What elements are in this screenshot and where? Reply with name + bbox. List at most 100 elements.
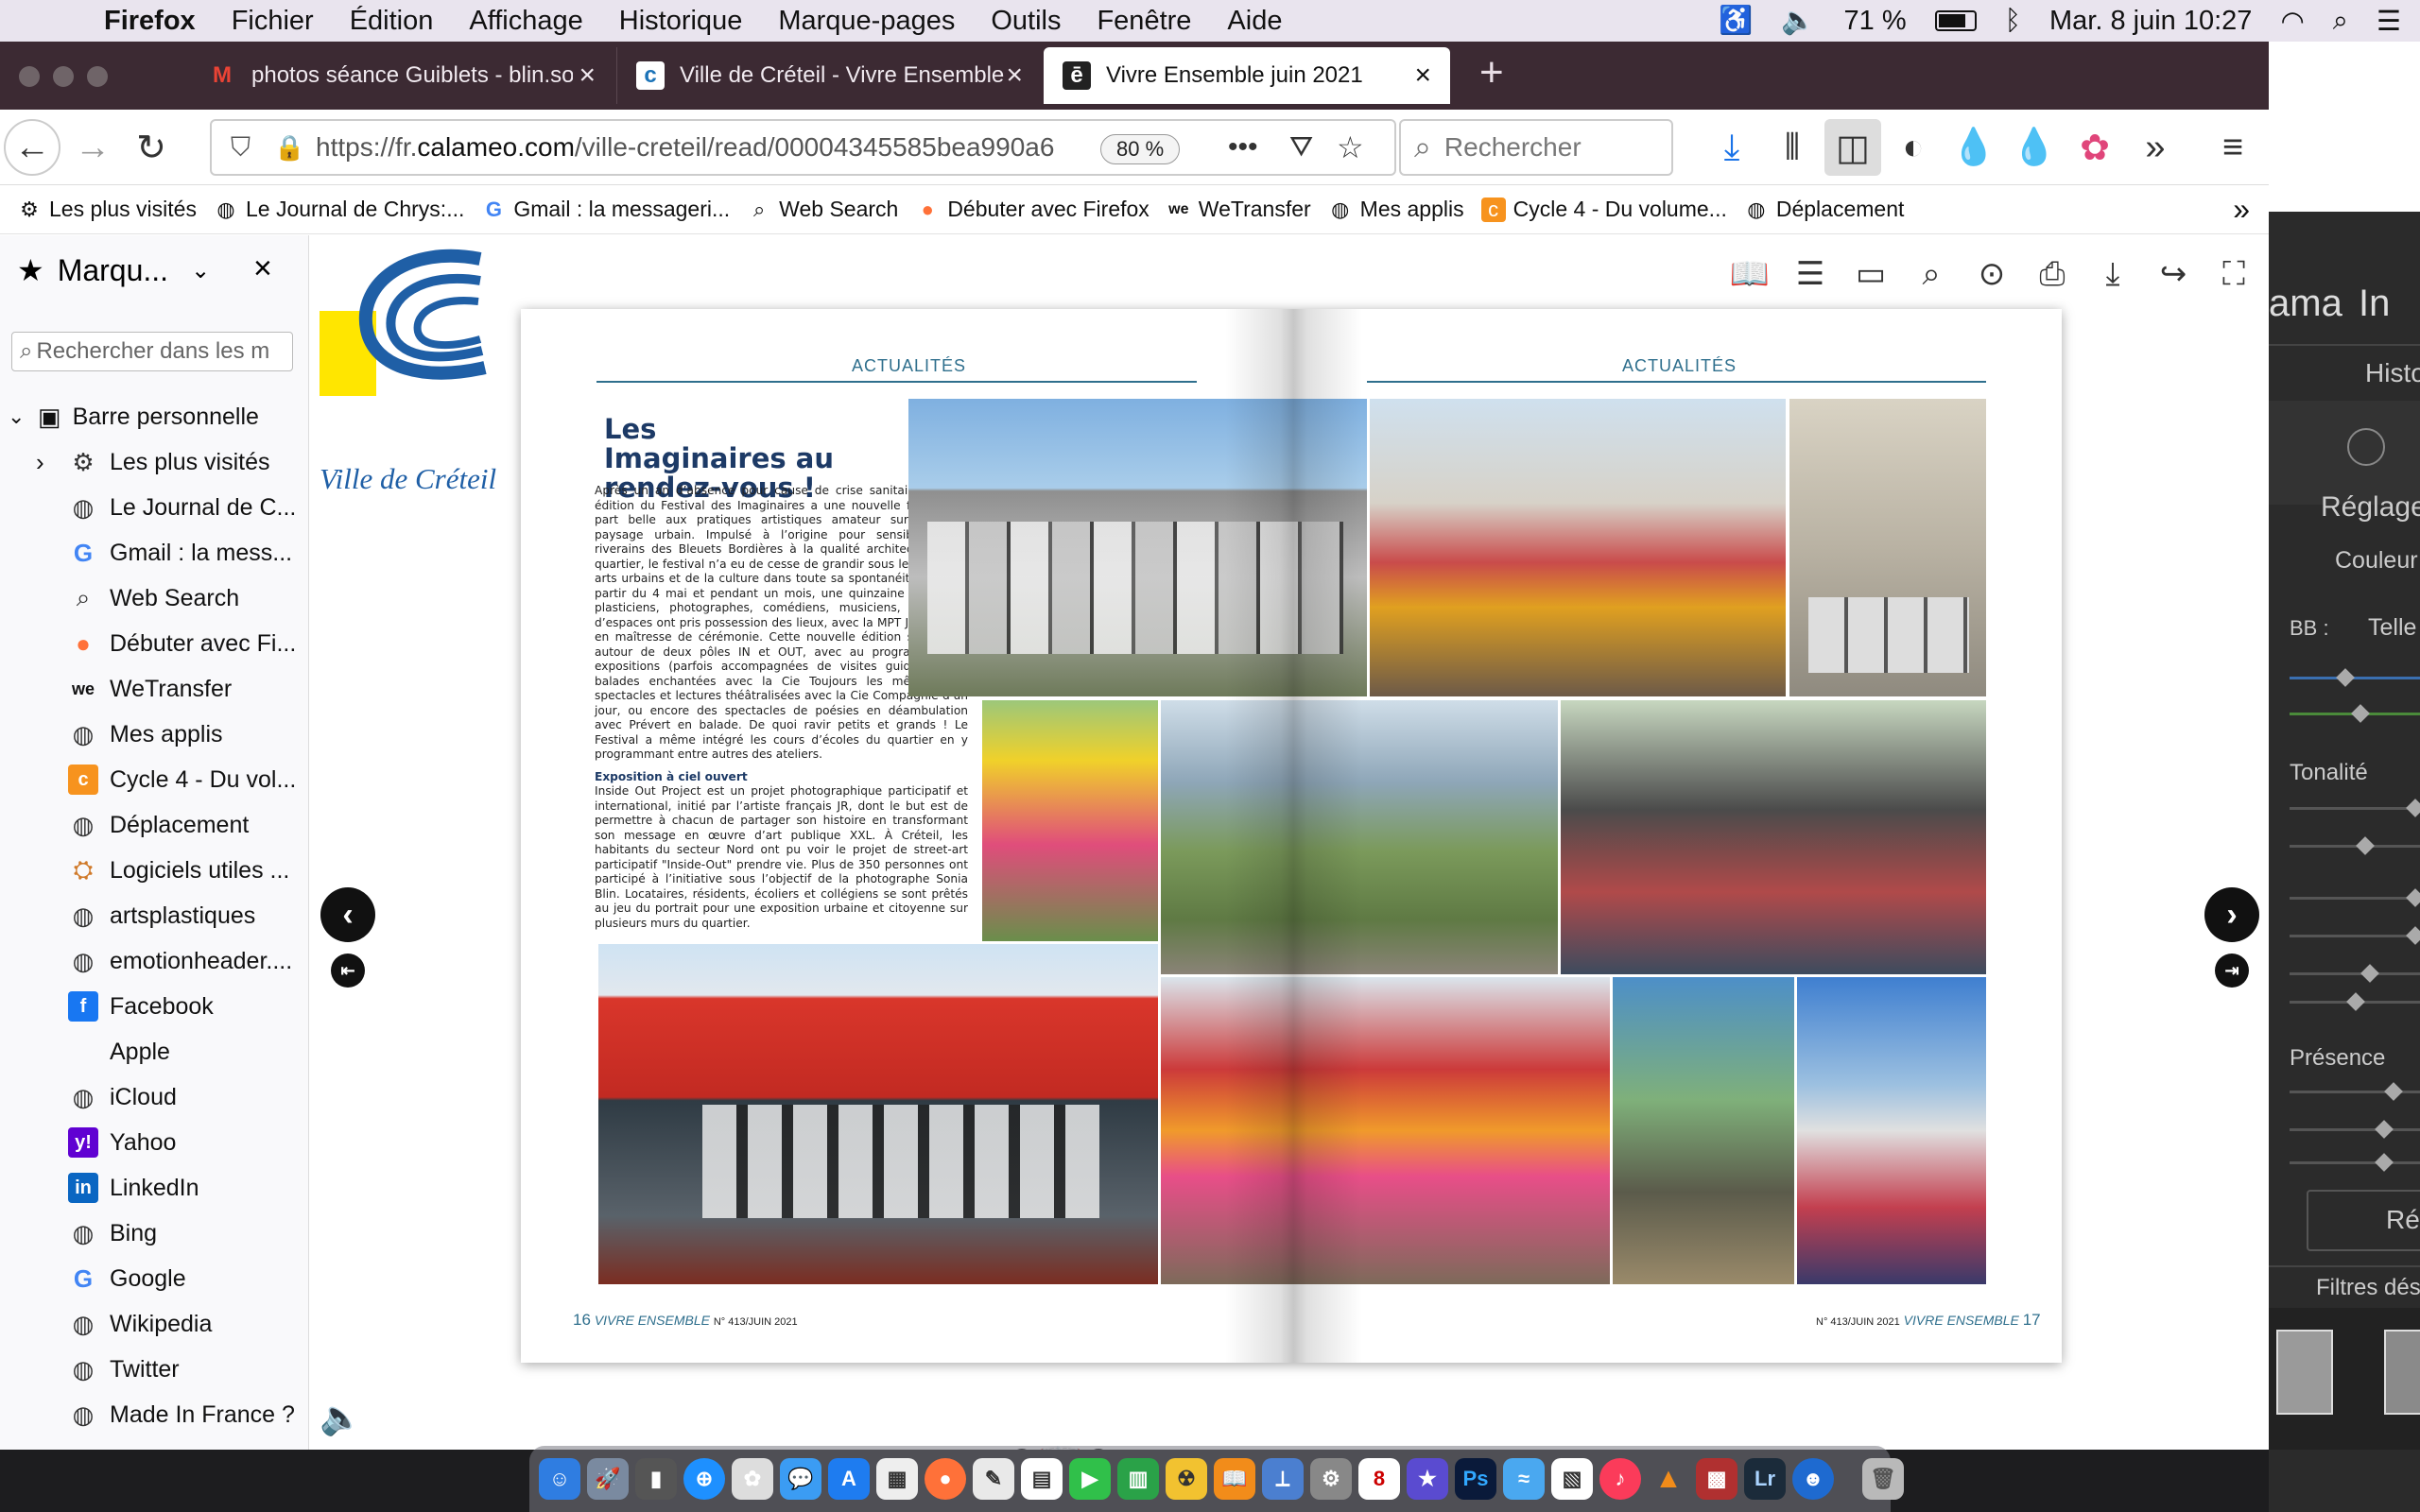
sidebar-bookmark-item[interactable]: ⛭ Logiciels utiles ... [0,848,308,893]
music-icon[interactable]: ♪ [1599,1458,1641,1500]
sidebar-bookmark-item[interactable]: f Facebook [0,984,308,1029]
back-button[interactable]: ← [4,119,60,176]
reload-button[interactable]: ↻ [123,119,180,176]
sidebar-search-input[interactable]: ⌕ Rechercher dans les m [11,332,293,371]
list-view-icon[interactable]: ☰ [1789,252,1832,296]
lr-wb-value[interactable]: Telle [2368,614,2416,642]
bookmark-mes-applis[interactable]: ◍ Mes applis [1328,197,1464,222]
bookmark-wetransfer[interactable]: we WeTransfer [1167,197,1311,222]
sidebar-bookmark-item[interactable]: ◍ Mes applis [0,712,308,757]
window-minimize-button[interactable] [53,66,74,87]
sidebar-bookmark-item[interactable]: ◍ Wikipedia [0,1301,308,1347]
chevron-right-icon[interactable]: › [36,448,44,477]
battery-icon[interactable] [1934,10,1977,31]
page-search-icon[interactable]: ⌕ [1910,252,1953,296]
lr-slider-3[interactable] [2290,897,2420,900]
lightroom-icon[interactable]: Lr [1744,1458,1786,1500]
notes-icon[interactable]: ▤ [1021,1458,1063,1500]
prev-page-button[interactable]: ‹ [320,887,375,942]
forward-button[interactable]: → [64,119,121,176]
sidebar-bookmark-item[interactable]: in LinkedIn [0,1165,308,1211]
close-icon[interactable]: × [1414,60,1431,92]
lr-slider-9[interactable] [2290,1161,2420,1164]
firefox-icon[interactable]: ● [925,1458,966,1500]
extension-pink-button[interactable]: ✿ [2066,119,2123,176]
wifi-icon[interactable]: ◠ [2280,5,2304,38]
lr-reset-button[interactable]: Réi [2307,1190,2420,1251]
app-menu-button[interactable]: ≡ [2204,119,2261,176]
download-icon[interactable]: ⤓ [2091,252,2135,296]
url-text[interactable]: https://fr.calameo.com/ville-creteil/rea… [316,132,1072,163]
lr-module-label-2[interactable]: In [2359,283,2390,325]
sidebar-close-icon[interactable]: × [253,250,272,287]
bookmark-cycle-4[interactable]: c Cycle 4 - Du volume... [1480,197,1727,222]
library-button[interactable]: ⫴ [1764,119,1821,176]
numbers-icon[interactable]: ▥ [1117,1458,1159,1500]
lr-module-label[interactable]: ama [2269,283,2342,325]
sidebar-bookmark-item[interactable]: ● Débuter avec Fi... [0,621,308,666]
zoom-search-icon[interactable]: ⊙ [1970,252,2014,296]
fullscreen-icon[interactable]: ⛶ [2212,252,2256,296]
bookmark-les-plus-visites[interactable]: ⚙ Les plus visités [17,197,197,222]
menu-fichier[interactable]: Fichier [232,6,314,37]
sidebar-bookmark-item[interactable]: we WeTransfer [0,666,308,712]
menu-marque-pages[interactable]: Marque-pages [778,6,955,37]
shield-icon[interactable]: ⛉ [231,132,251,163]
sidebar-header[interactable]: ★ Marqu... ⌄ [17,252,210,288]
volume-icon[interactable]: 🔈 [1781,5,1815,37]
sidebar-bookmark-item[interactable]: ◍ artsplastiques [0,893,308,938]
first-page-button[interactable]: ⇤ [331,954,365,988]
overflow-button[interactable]: » [2127,119,2184,176]
magazine-spread[interactable]: ACTUALITÉS ACTUALITÉS Les Imaginaires au… [521,309,2062,1363]
bookmark-debuter-firefox[interactable]: ● Débuter avec Firefox [915,197,1150,222]
sidebar-bookmark-item[interactable]: ◍ Twitter [0,1347,308,1392]
tab-vivre-ensemble[interactable]: ē Vivre Ensemble juin 2021 × [1044,47,1450,104]
sidebar-bookmark-item[interactable]: ⌕ Web Search [0,576,308,621]
app-icon[interactable]: ▩ [1696,1458,1737,1500]
window-close-button[interactable] [19,66,40,87]
app-icon[interactable]: ☢ [1166,1458,1207,1500]
lr-histogram-label[interactable]: Histo [2365,358,2420,388]
app-icon[interactable]: ★ [1407,1458,1448,1500]
system-preferences-icon[interactable]: ⚙ [1310,1458,1352,1500]
page-view-icon[interactable]: ▭ [1849,252,1893,296]
battery-percent[interactable]: 71 % [1844,6,1907,37]
sidebar-bookmark-item[interactable]: Apple [0,1029,308,1074]
lr-filmstrip-thumb[interactable] [2276,1330,2333,1415]
close-icon[interactable]: × [579,60,596,92]
messages-icon[interactable]: 💬 [780,1458,821,1500]
lr-slider-1[interactable] [2290,807,2420,810]
control-center-icon[interactable]: ☰ [2377,5,2401,38]
chevron-down-icon[interactable]: ⌄ [8,404,30,429]
photoshop-icon[interactable]: Ps [1455,1458,1496,1500]
extension-drop-button[interactable]: 💧 [1945,119,2002,176]
app-icon[interactable]: ✎ [973,1458,1014,1500]
lr-tool-icon[interactable] [2347,428,2385,466]
sidebar-bookmark-item[interactable]: ◍ iCloud [0,1074,308,1120]
lr-filmstrip-thumb[interactable] [2384,1330,2420,1415]
menu-affichage[interactable]: Affichage [469,6,582,37]
menu-historique[interactable]: Historique [619,6,743,37]
facetime-icon[interactable]: ▶ [1069,1458,1111,1500]
sidebar-bookmark-item[interactable]: G Gmail : la mess... [0,530,308,576]
spotlight-icon[interactable]: ⌕ [2333,6,2348,37]
app-icon[interactable]: ☻ [1792,1458,1834,1500]
trash-icon[interactable]: 🗑 [1862,1458,1904,1500]
bookmark-deplacement[interactable]: ◍ Déplacement [1744,197,1904,222]
sidebar-bookmark-item[interactable]: ◍ Made In France ? [0,1392,308,1437]
sidebar-bookmark-item[interactable]: G Google [0,1256,308,1301]
sidebar-bookmark-item[interactable]: ◍ Le Journal de C... [0,485,308,530]
next-page-button[interactable]: › [2204,887,2259,942]
lr-slider-4[interactable] [2290,935,2420,937]
app-icon[interactable]: ▦ [876,1458,918,1500]
search-input[interactable]: ⌕ Rechercher [1399,119,1673,176]
sidebar-bookmark-item[interactable]: ◍ emotionheader.... [0,938,308,984]
sound-icon[interactable]: 🔈 [320,1398,362,1437]
chevron-down-icon[interactable]: ⌄ [191,257,210,284]
last-page-button[interactable]: ⇥ [2215,954,2249,988]
book-view-icon[interactable]: 📖 [1728,252,1772,296]
pocket-icon[interactable]: ⛛ [1289,131,1313,163]
menu-edition[interactable]: Édition [350,6,434,37]
photos-icon[interactable]: ✿ [732,1458,773,1500]
launchpad-icon[interactable]: 🚀 [587,1458,629,1500]
